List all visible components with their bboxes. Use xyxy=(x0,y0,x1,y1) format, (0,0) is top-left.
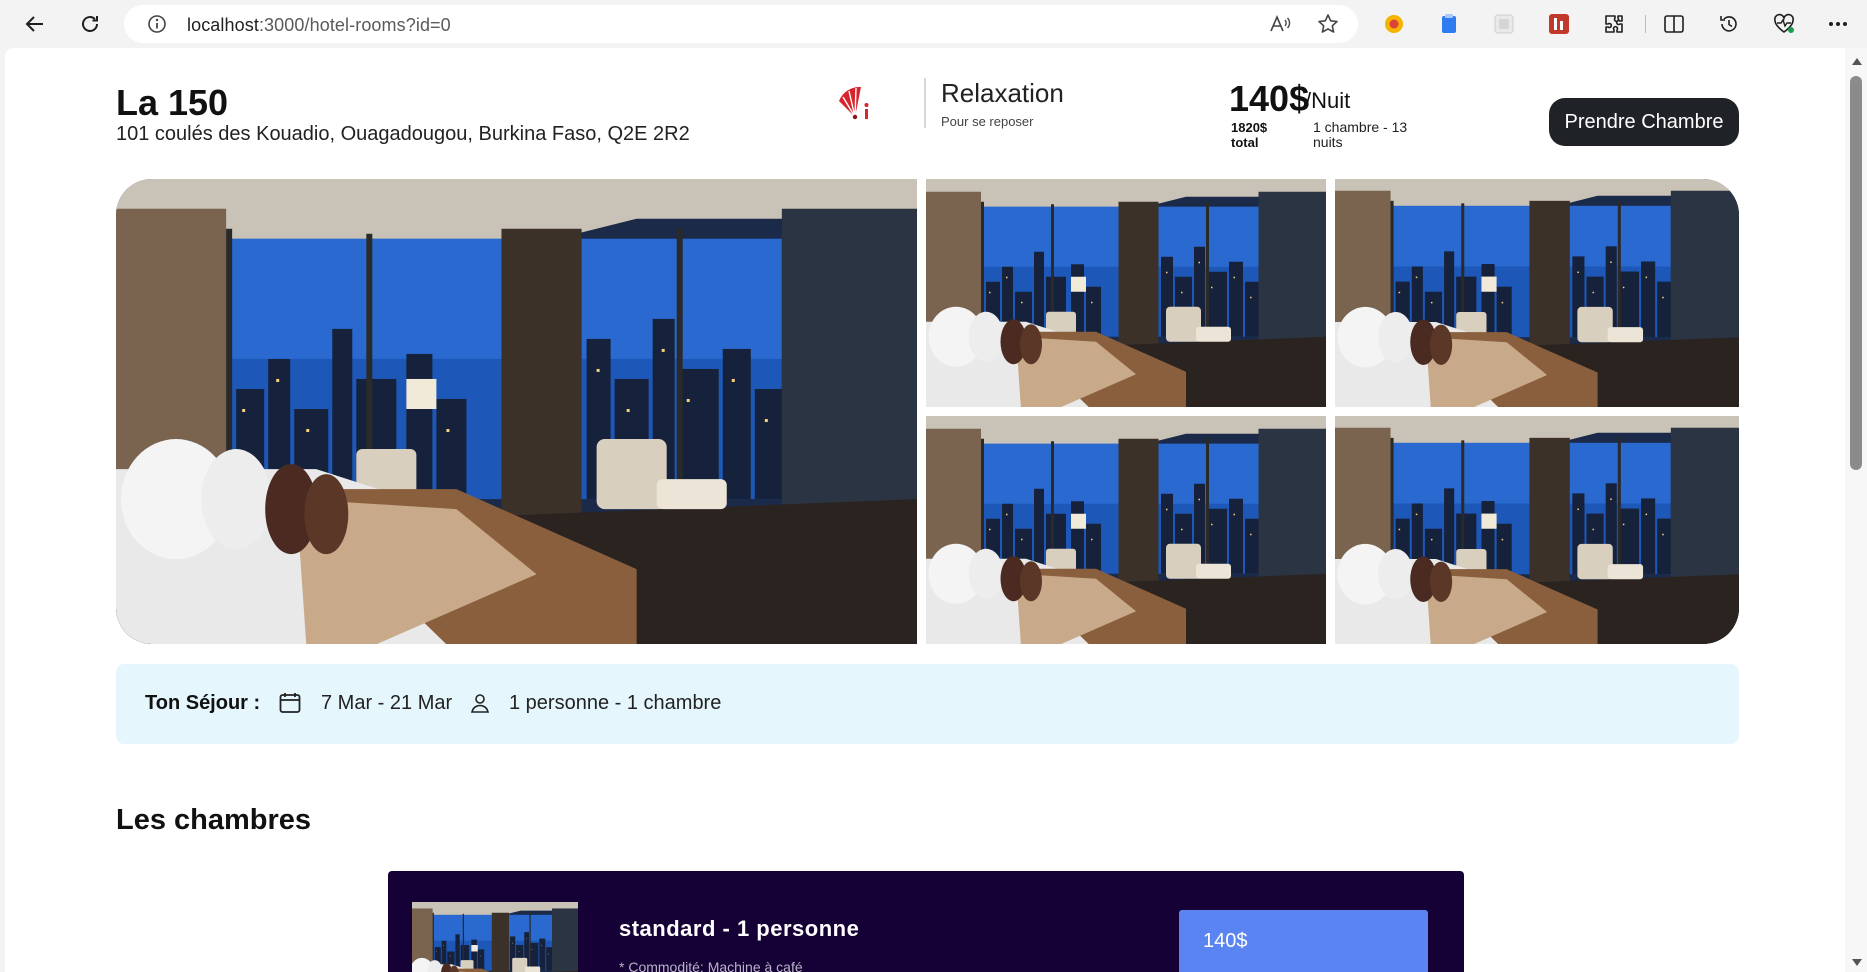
rooms-nights-info: 1 chambre - 13 nuits xyxy=(1313,119,1408,150)
person-icon xyxy=(469,692,491,714)
rooms-section-title: Les chambres xyxy=(116,804,312,836)
more-icon[interactable] xyxy=(1824,10,1852,38)
stay-label: Ton Séjour : xyxy=(145,692,261,714)
calendar-icon xyxy=(278,691,302,715)
browser-toolbar: localhost:3000/hotel-rooms?id=0 xyxy=(0,0,1867,48)
back-arrow-icon[interactable] xyxy=(17,6,53,42)
gallery-photo-4[interactable] xyxy=(926,416,1326,644)
extensions-puzzle-icon[interactable] xyxy=(1600,10,1628,38)
read-aloud-icon[interactable] xyxy=(1267,11,1293,37)
per-night-label: /Nuit xyxy=(1305,88,1351,113)
total-label: total xyxy=(1231,135,1259,150)
url-text[interactable]: localhost:3000/hotel-rooms?id=0 xyxy=(187,15,451,36)
refresh-icon[interactable] xyxy=(72,6,108,42)
scroll-thumb[interactable] xyxy=(1850,76,1862,470)
extension-clipboard-icon[interactable] xyxy=(1435,10,1463,38)
category-subtitle: Pour se reposer xyxy=(941,114,1034,129)
history-icon[interactable] xyxy=(1715,10,1743,38)
extension-color-icon[interactable] xyxy=(1380,10,1408,38)
stay-guests: 1 personne - 1 chambre xyxy=(509,692,722,714)
toolbar-divider xyxy=(1645,15,1646,33)
scroll-down-arrow-icon[interactable] xyxy=(1852,959,1862,966)
stay-dates: 7 Mar - 21 Mar xyxy=(321,692,453,714)
room-price-button[interactable]: 140$ xyxy=(1179,910,1428,972)
category-title: Relaxation xyxy=(941,78,1064,108)
hotel-address: 101 coulés des Kouadio, Ouagadougou, Bur… xyxy=(116,123,690,145)
stay-summary-bar: Ton Séjour : 7 Mar - 21 Mar 1 personne -… xyxy=(116,664,1739,744)
gallery-photo-2[interactable] xyxy=(926,179,1326,407)
extension-red-icon[interactable] xyxy=(1545,10,1573,38)
total-amount: 1820$ xyxy=(1231,120,1268,135)
room-card[interactable]: standard - 1 personne * Commodité: Machi… xyxy=(388,871,1464,972)
page-viewport: La 150 101 coulés des Kouadio, Ouagadoug… xyxy=(5,48,1845,972)
gallery-photo-5[interactable] xyxy=(1335,416,1739,644)
nightly-price: 140$ xyxy=(1229,78,1310,119)
room-price: 140$ xyxy=(1203,930,1248,952)
room-gallery xyxy=(116,179,1739,644)
extension-grid-icon[interactable] xyxy=(1490,10,1518,38)
room-thumbnail xyxy=(412,902,578,972)
performance-icon[interactable] xyxy=(1770,10,1798,38)
fan-icon xyxy=(835,83,875,123)
address-bar[interactable]: localhost:3000/hotel-rooms?id=0 xyxy=(124,5,1358,43)
room-amenity: * Commodité: Machine à café xyxy=(619,959,803,972)
scroll-up-arrow-icon[interactable] xyxy=(1852,58,1862,65)
info-icon[interactable] xyxy=(144,11,170,37)
hotel-name: La 150 xyxy=(116,82,229,123)
favorite-star-icon[interactable] xyxy=(1315,11,1341,37)
page-scrollbar[interactable] xyxy=(1845,48,1867,972)
take-room-button[interactable]: Prendre Chambre xyxy=(1549,98,1739,146)
gallery-main-photo[interactable] xyxy=(116,179,917,644)
room-name: standard - 1 personne xyxy=(619,916,860,941)
header-divider xyxy=(924,78,926,128)
gallery-photo-3[interactable] xyxy=(1335,179,1739,407)
split-screen-icon[interactable] xyxy=(1660,10,1688,38)
